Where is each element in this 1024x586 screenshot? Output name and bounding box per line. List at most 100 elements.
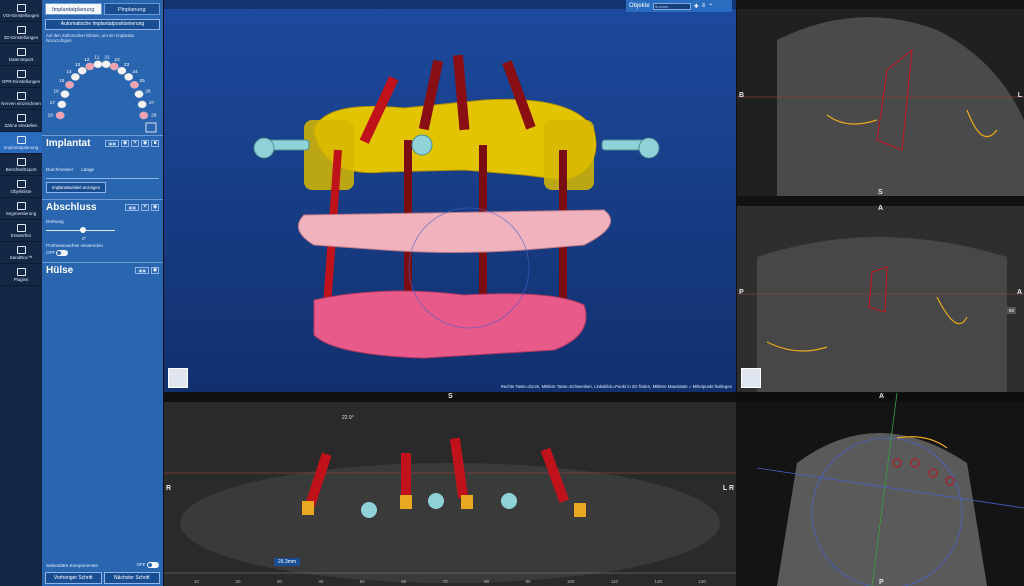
ruler-tick-label: 120 [654, 579, 662, 584]
tooth-13[interactable] [77, 66, 87, 75]
tab-pin-planning[interactable]: Pinplanung [103, 3, 160, 15]
tooth-11[interactable] [93, 60, 103, 69]
report-icon [16, 157, 26, 166]
tooth-21[interactable] [101, 60, 111, 69]
tool-3d-settings[interactable]: 3D-Einstellungen [0, 22, 42, 44]
ruler-tick-label: 130 [698, 579, 706, 584]
lock-icon[interactable]: ■ [151, 140, 159, 147]
implant-angle-button[interactable]: Implantatwinkel anzeigen [46, 182, 106, 193]
ruler-tick-label: 20 [235, 579, 241, 584]
head-orientation-icon[interactable] [741, 368, 761, 388]
tooth-17[interactable] [57, 100, 67, 109]
prosthesis-axis-toggle[interactable]: OFF [46, 250, 159, 256]
panoramic-image[interactable] [164, 393, 736, 586]
tooth-12[interactable] [85, 62, 95, 71]
sagittal-2-image[interactable] [737, 197, 1024, 392]
tooth-number-label: 27 [149, 100, 155, 106]
tooth-16[interactable] [60, 90, 70, 98]
tooth-22[interactable] [109, 62, 119, 71]
next-step-button[interactable]: Nächster Schritt [103, 572, 160, 584]
head-orientation-icon[interactable] [168, 368, 188, 388]
abutment-library-button[interactable]: ▣▣ [125, 204, 139, 211]
rotation-value: 0° [82, 236, 87, 241]
chart-view-icon[interactable] [145, 122, 157, 133]
auto-position-button[interactable]: Automatische Implantatpositionierung [45, 19, 160, 30]
settings-3d-icon [16, 25, 26, 34]
tooth-number-label: 11 [94, 55, 99, 61]
viewport-axial[interactable]: A P [737, 393, 1024, 586]
eye-icon[interactable]: ◉ [121, 140, 129, 147]
tooth-25[interactable] [130, 81, 139, 89]
pan-orient-left: R [166, 485, 172, 492]
3d-scene[interactable] [164, 0, 736, 392]
tool-sandbox[interactable]: SandBox™ [0, 242, 42, 264]
tool-teeth-settings[interactable]: Zähne einstellen [0, 110, 42, 132]
rotation-label: Drehung [46, 219, 64, 224]
tool-object-list[interactable]: Objektliste [0, 176, 42, 198]
implant-group[interactable] [322, 54, 567, 320]
tool-draw-nerves[interactable]: Nerven einzeichnen [0, 88, 42, 110]
design-icon [16, 223, 26, 232]
middle-guide[interactable] [297, 209, 612, 253]
tool-segmentation[interactable]: Segmentierung [0, 198, 42, 220]
previous-step-button[interactable]: Vorheriger Schritt [45, 572, 102, 584]
opr-icon [16, 69, 26, 78]
import-icon [16, 47, 26, 56]
tooth-18[interactable] [55, 111, 65, 120]
tooth-15[interactable] [65, 81, 74, 89]
axial-orient-top: A [879, 393, 885, 400]
tooth-23[interactable] [117, 66, 127, 75]
tool-voi-settings[interactable]: VOI-Einstellungen [0, 0, 42, 22]
rotation-slider[interactable] [46, 226, 159, 236]
sag1-orient-right: L [1017, 92, 1022, 99]
implant-section: Implantat ▣▣ ◉ ✕ ◉ ■ Durchmesser Länge I… [42, 135, 163, 195]
nerve-icon [16, 91, 26, 100]
tooth-number-label: 17 [50, 100, 56, 106]
secondary-toggle-text: OFF [136, 562, 146, 568]
axial-image[interactable] [737, 393, 1024, 586]
sag2-orient-top: A [878, 205, 884, 212]
secondary-components-toggle[interactable]: OFF [137, 562, 159, 568]
tool-plugins[interactable]: Plugins [0, 264, 42, 286]
guide-wing-left [304, 120, 354, 190]
tool-implant-planning[interactable]: Implantatplanung [0, 132, 42, 154]
viewport-3d[interactable]: Objekte Suchen ✚ ≡ ⌃ Rechte Taste=Zoom, … [164, 0, 736, 392]
tool-data-import[interactable]: Datenimport [0, 44, 42, 66]
tooth-number-label: 23 [124, 62, 130, 68]
tab-implant-planning[interactable]: Implantatplanung [45, 3, 102, 15]
rotation-slider-thumb[interactable] [80, 227, 86, 233]
prosthesis-axis-toggle-text: OFF [46, 250, 56, 256]
tool-design[interactable]: Entwerfen [0, 220, 42, 242]
implant-library-button[interactable]: ▣▣ [105, 140, 119, 147]
sag2-orient-right: A [1016, 289, 1022, 296]
ruler-tick-label: 100 [566, 579, 575, 584]
tooth-number-label: 16 [53, 89, 59, 95]
viewport-sagittal-2[interactable]: A P A 60 [737, 197, 1024, 392]
sleeve-library-button[interactable]: ▣▣ [135, 267, 149, 274]
tooth-27[interactable] [137, 100, 147, 109]
tooth-number-label: 15 [59, 78, 65, 84]
pan-orient-right: L R [722, 485, 734, 492]
tool-reports-export[interactable]: Berichte/Export [0, 154, 42, 176]
eye-icon[interactable]: ◉ [151, 267, 159, 274]
implant-planning-panel: Implantatplanung Pinplanung Automatische… [42, 0, 163, 586]
ruler-tick-label: 40 [318, 579, 324, 584]
toggle-switch[interactable] [56, 250, 69, 256]
viewport-sagittal-1[interactable]: B L S [737, 0, 1024, 196]
tooth-number-label: 28 [151, 113, 157, 119]
pan-measure-readout: 26.3mm [274, 558, 301, 566]
viewport-panoramic[interactable]: S R L R 22.9° 26.3mm 10 20 30 40 50 60 70 80 90 1… [164, 393, 736, 586]
tooth-26[interactable] [134, 90, 144, 98]
tool-opr-settings[interactable]: OPR-Einstellungen [0, 66, 42, 88]
tooth-14[interactable] [70, 73, 80, 81]
sagittal-1-image[interactable] [737, 0, 1024, 196]
eye-icon-2[interactable]: ◉ [141, 140, 149, 147]
delete-icon[interactable]: ✕ [141, 204, 149, 211]
pan-ruler: 10 20 30 40 50 60 70 80 90 100 110 120 130 [194, 579, 706, 584]
toggle-switch[interactable] [147, 562, 159, 568]
sandbox-icon [16, 245, 26, 254]
tooth-28[interactable] [139, 111, 149, 120]
eye-icon[interactable]: ◉ [151, 204, 159, 211]
tooth-chart[interactable]: 18 17 1615141312 11 21 22 232425 26 27 28 [42, 43, 163, 133]
delete-icon[interactable]: ✕ [131, 140, 139, 147]
